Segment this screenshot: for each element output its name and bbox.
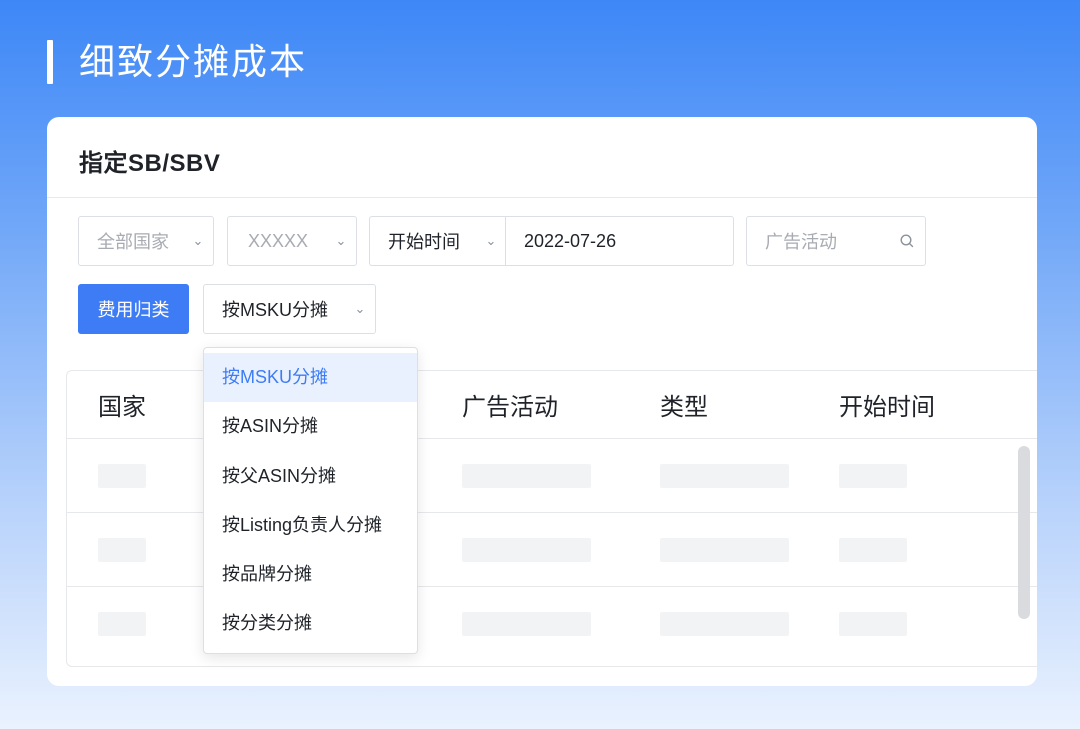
chevron-down-icon: ⌄ [335,233,347,248]
dropdown-option-listing-owner[interactable]: 按Listing负责人分摊 [204,501,417,550]
cell-placeholder [462,538,591,562]
time-type-select-value: 开始时间 [388,232,460,252]
card-title: 指定SB/SBV [79,150,221,177]
date-input-value: 2022-07-26 [524,230,617,251]
cell-placeholder [839,464,907,488]
card-divider [47,197,1037,198]
allocation-select-value: 按MSKU分摊 [222,300,329,320]
chevron-down-icon: ⌄ [192,233,204,248]
heading-accent-bar [47,40,53,84]
store-select[interactable]: XXXXX ⌄ [227,216,357,266]
cell-placeholder [98,612,146,636]
cell-placeholder [839,612,907,636]
column-header-campaign: 广告活动 [462,394,558,421]
dropdown-option-category[interactable]: 按分类分摊 [204,599,417,648]
column-header-start-time: 开始时间 [839,394,935,421]
cell-placeholder [839,538,907,562]
date-input[interactable]: 2022-07-26 [505,216,734,266]
time-type-select[interactable]: 开始时间 ⌄ [369,216,506,266]
cell-placeholder [98,464,146,488]
dropdown-option-parent-asin[interactable]: 按父ASIN分摊 [204,452,417,501]
page-heading: 细致分摊成本 [79,41,308,82]
cell-placeholder [660,538,789,562]
allocation-card: 指定SB/SBV 全部国家 ⌄ XXXXX ⌄ 开始时间 ⌄ 2022-07-2… [47,117,1037,686]
dropdown-option-brand[interactable]: 按品牌分摊 [204,550,417,599]
cell-placeholder [660,464,789,488]
classify-cost-button[interactable]: 费用归类 [78,284,189,334]
allocation-dropdown-menu: 按MSKU分摊 按ASIN分摊 按父ASIN分摊 按Listing负责人分摊 按… [203,347,418,654]
cell-placeholder [462,612,591,636]
chevron-down-icon: ⌄ [354,301,366,316]
chevron-down-icon: ⌄ [485,233,497,248]
store-select-value: XXXXX [248,230,309,251]
dropdown-option-msku[interactable]: 按MSKU分摊 [204,353,417,403]
dropdown-option-asin[interactable]: 按ASIN分摊 [204,402,417,451]
allocation-select[interactable]: 按MSKU分摊 ⌄ [203,284,376,334]
country-select-value: 全部国家 [97,232,169,252]
campaign-search-input[interactable]: 广告活动 [746,216,926,266]
column-header-country: 国家 [98,394,146,421]
search-icon[interactable] [899,233,915,249]
cell-placeholder [660,612,789,636]
cell-placeholder [98,538,146,562]
cell-placeholder [462,464,591,488]
column-header-type: 类型 [660,394,708,421]
country-select[interactable]: 全部国家 ⌄ [78,216,214,266]
table-scrollbar[interactable] [1018,446,1030,619]
